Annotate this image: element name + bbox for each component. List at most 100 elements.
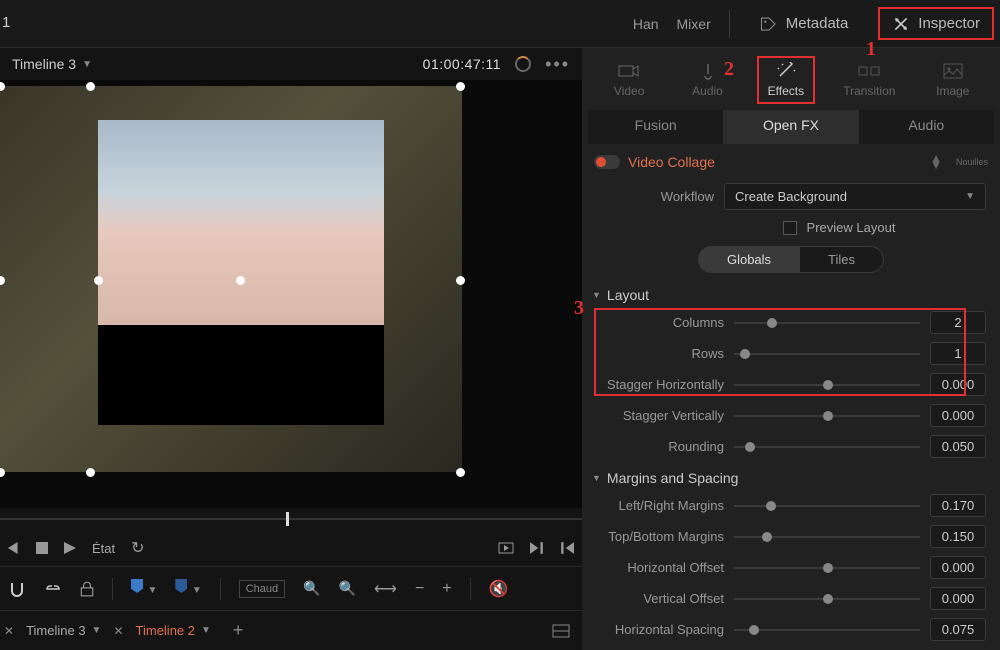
rounding-label: Rounding — [596, 439, 724, 454]
chaud-box[interactable]: Chaud — [239, 580, 285, 598]
section-layout[interactable]: ▼ Layout — [582, 279, 1000, 307]
stop-button[interactable] — [36, 542, 48, 554]
workflow-select[interactable]: Create Background ▼ — [724, 183, 986, 210]
stagger-h-label: Stagger Horizontally — [596, 377, 724, 392]
pill-globals[interactable]: Globals — [698, 246, 800, 273]
zoom-fit-icon[interactable]: 🔍 — [339, 580, 356, 597]
stagger-h-slider[interactable] — [734, 384, 920, 386]
tab-transition[interactable]: Transition — [835, 58, 903, 102]
pill-tiles[interactable]: Tiles — [800, 246, 884, 273]
stagger-v-label: Stagger Vertically — [596, 408, 724, 423]
scrub-bar[interactable] — [0, 508, 582, 530]
tb-margin-value[interactable]: 0.150 — [930, 525, 986, 548]
slider-handle[interactable] — [823, 380, 833, 390]
tile-handle[interactable] — [236, 276, 245, 285]
close-tab-button[interactable]: ✕ — [113, 624, 123, 638]
section-margins[interactable]: ▼ Margins and Spacing — [582, 462, 1000, 490]
state-label: État — [92, 541, 115, 556]
slider-handle[interactable] — [766, 501, 776, 511]
next-clip-button[interactable] — [530, 542, 544, 554]
prev-frame-button[interactable] — [8, 542, 20, 554]
inspector-button[interactable]: Inspector — [878, 7, 994, 40]
rounding-slider[interactable] — [734, 446, 920, 448]
link-icon[interactable] — [44, 582, 62, 596]
timeline-view-button[interactable] — [544, 620, 578, 642]
scale-icon[interactable]: ⟷ — [374, 579, 397, 599]
slider-handle[interactable] — [749, 625, 759, 635]
transform-handle[interactable] — [0, 468, 5, 477]
h-offset-value[interactable]: 0.000 — [930, 556, 986, 579]
prev-clip-button[interactable] — [560, 542, 574, 554]
h-spacing-slider[interactable] — [734, 629, 920, 631]
timeline-tabs-row: ✕ Timeline 3 ▼ ✕ Timeline 2 ▼ + — [0, 610, 582, 650]
columns-value[interactable]: 2 — [930, 311, 986, 334]
close-tab-button[interactable]: ✕ — [4, 624, 14, 638]
rows-value[interactable]: 1 — [930, 342, 986, 365]
h-offset-slider[interactable] — [734, 567, 920, 569]
minus-button[interactable]: − — [415, 580, 424, 598]
mute-icon[interactable]: 🔇 — [489, 579, 509, 599]
timeline-dropdown[interactable]: Timeline 3 ▼ — [12, 56, 92, 72]
preview-checkbox[interactable] — [783, 221, 797, 235]
workflow-row: Workflow Create Background ▼ — [582, 178, 1000, 215]
slider-handle[interactable] — [740, 349, 750, 359]
viewer-header: Timeline 3 ▼ 01:00:47:11 ••• — [0, 48, 582, 80]
slider-handle[interactable] — [823, 594, 833, 604]
tb-margin-slider[interactable] — [734, 536, 920, 538]
flag-darkblue-dropdown[interactable]: ▼ — [175, 579, 201, 598]
subtab-openfx[interactable]: Open FX — [723, 110, 858, 144]
stagger-h-value[interactable]: 0.000 — [930, 373, 986, 396]
tab-video[interactable]: Video — [600, 58, 658, 102]
match-frame-button[interactable] — [498, 542, 514, 554]
viewer-menu-button[interactable]: ••• — [545, 54, 570, 75]
transform-handle[interactable] — [86, 82, 95, 91]
clip-tile[interactable] — [98, 120, 384, 325]
rounding-value[interactable]: 0.050 — [930, 435, 986, 458]
flag-blue-dropdown[interactable]: ▼ — [131, 579, 157, 598]
v-offset-slider[interactable] — [734, 598, 920, 600]
effect-enable-toggle[interactable] — [594, 155, 620, 169]
play-button[interactable] — [64, 542, 76, 554]
slider-handle[interactable] — [745, 442, 755, 452]
tab-image[interactable]: Image — [924, 58, 982, 102]
transform-handle[interactable] — [456, 276, 465, 285]
loop-button[interactable]: ↻ — [131, 538, 144, 558]
lr-margin-value[interactable]: 0.170 — [930, 494, 986, 517]
transform-handle[interactable] — [86, 468, 95, 477]
slider-handle[interactable] — [767, 318, 777, 328]
h-spacing-value[interactable]: 0.075 — [930, 618, 986, 641]
tab-effects[interactable]: Effects — [757, 56, 815, 104]
tile-handle[interactable] — [94, 276, 103, 285]
slider-handle[interactable] — [823, 563, 833, 573]
mixer-button[interactable]: Mixer — [677, 16, 711, 32]
transform-handle[interactable] — [456, 468, 465, 477]
add-timeline-button[interactable]: + — [223, 616, 254, 645]
reorder-icon[interactable]: ▲▼ — [930, 155, 942, 169]
subtab-audio[interactable]: Audio — [859, 110, 994, 144]
magnet-icon[interactable] — [8, 581, 26, 597]
lr-margin-slider[interactable] — [734, 505, 920, 507]
v-offset-value[interactable]: 0.000 — [930, 587, 986, 610]
transform-handle[interactable] — [456, 82, 465, 91]
tab-audio[interactable]: Audio — [679, 58, 737, 102]
timeline-tab-2[interactable]: Timeline 2 ▼ — [126, 617, 221, 644]
stagger-v-slider[interactable] — [734, 415, 920, 417]
slider-handle[interactable] — [762, 532, 772, 542]
v-offset-label: Vertical Offset — [596, 591, 724, 606]
rows-slider[interactable] — [734, 353, 920, 355]
color-ring-icon[interactable] — [515, 56, 531, 72]
metadata-button[interactable]: Metadata — [748, 9, 861, 38]
timeline-tab-1[interactable]: Timeline 3 ▼ — [16, 617, 111, 644]
subtab-fusion[interactable]: Fusion — [588, 110, 723, 144]
zoom-in-icon[interactable]: 🔍 — [303, 580, 320, 597]
slider-handle[interactable] — [823, 411, 833, 421]
stagger-v-value[interactable]: 0.000 — [930, 404, 986, 427]
plus-button[interactable]: + — [442, 580, 451, 598]
timeline-tab-label: Timeline 3 — [26, 623, 85, 638]
lock-icon[interactable] — [80, 581, 94, 597]
viewer-canvas[interactable] — [0, 80, 582, 508]
timecode-display[interactable]: 01:00:47:11 — [423, 56, 501, 72]
stagger-v-row: Stagger Vertically 0.000 — [582, 400, 1000, 431]
scrub-playhead[interactable] — [286, 512, 289, 526]
columns-slider[interactable] — [734, 322, 920, 324]
